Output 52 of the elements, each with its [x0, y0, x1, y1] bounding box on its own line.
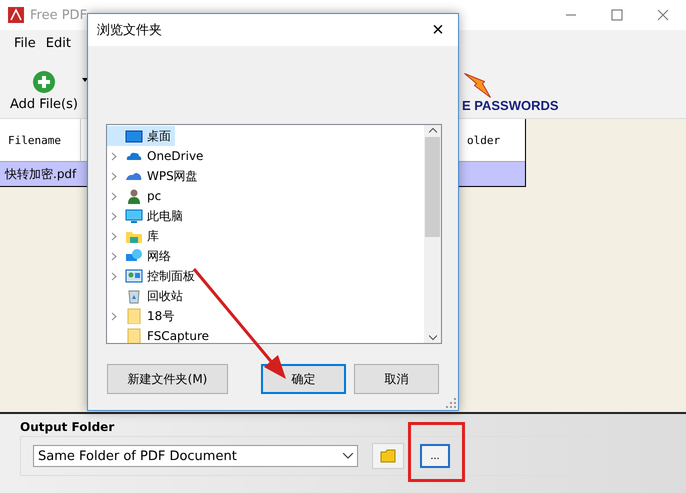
panel-icon: [125, 268, 143, 284]
menu-item[interactable]: Edit: [46, 36, 71, 51]
scroll-up-icon[interactable]: [428, 125, 436, 135]
dialog-button[interactable]: 取消: [354, 364, 439, 394]
chevron-icon: [343, 453, 353, 459]
expand-icon[interactable]: [111, 212, 117, 220]
expand-icon[interactable]: [111, 192, 117, 200]
desktop-icon: [125, 128, 143, 144]
resize-grip-icon[interactable]: [446, 398, 456, 408]
folder-icon: [125, 308, 143, 324]
column-header[interactable]: older: [467, 119, 525, 161]
expand-icon[interactable]: [111, 152, 117, 160]
browse-button[interactable]: ...: [420, 444, 450, 468]
tree-item[interactable]: 桌面: [107, 126, 175, 146]
tree-item[interactable]: OneDrive: [107, 146, 208, 166]
dialog-button[interactable]: 确定: [261, 364, 346, 394]
dialog-title: 浏览文件夹: [97, 22, 162, 39]
dialog-button[interactable]: 新建文件夹(M): [107, 364, 228, 394]
highlight-frame: [408, 422, 465, 482]
expand-icon[interactable]: [111, 232, 117, 240]
menu-item[interactable]: File: [14, 36, 36, 51]
window-title: Free PDF: [30, 8, 88, 22]
output-folder-dropdown[interactable]: Same Folder of PDF Document: [33, 445, 358, 467]
scrollbar[interactable]: [424, 125, 441, 343]
group-title: Output Folder: [20, 420, 116, 434]
folder-icon: [125, 328, 143, 343]
passwords-button[interactable]: E PASSWORDS: [462, 98, 559, 113]
tree-item[interactable]: 回收站: [107, 286, 187, 306]
tree-item[interactable]: 控制面板: [107, 266, 199, 286]
open-folder-button[interactable]: [372, 443, 404, 469]
user-icon: [125, 188, 143, 204]
pdf-app-icon: [8, 7, 24, 23]
expand-icon[interactable]: [111, 252, 117, 260]
lightning-icon: [464, 73, 491, 98]
expand-icon[interactable]: [111, 312, 117, 320]
add-files-button[interactable]: Add File(s): [10, 70, 78, 112]
tree-item[interactable]: pc: [107, 186, 166, 206]
tree-item[interactable]: FSCapture: [107, 326, 214, 343]
plus-icon: [32, 70, 56, 94]
folder-icon: [380, 449, 396, 463]
expand-icon[interactable]: [111, 272, 117, 280]
tree-item[interactable]: 18号: [107, 306, 178, 326]
caret-icon[interactable]: [82, 78, 88, 82]
scroll-down-icon[interactable]: [428, 333, 436, 343]
column-header[interactable]: Filename: [0, 119, 81, 161]
close-button[interactable]: ×: [418, 14, 458, 46]
tree-item[interactable]: 网络: [107, 246, 175, 266]
computer-icon: [125, 208, 143, 224]
tree-item[interactable]: 库: [107, 226, 163, 246]
tree-item[interactable]: WPS网盘: [107, 166, 202, 186]
tree-item[interactable]: 此电脑: [107, 206, 187, 226]
expand-icon[interactable]: [111, 172, 117, 180]
